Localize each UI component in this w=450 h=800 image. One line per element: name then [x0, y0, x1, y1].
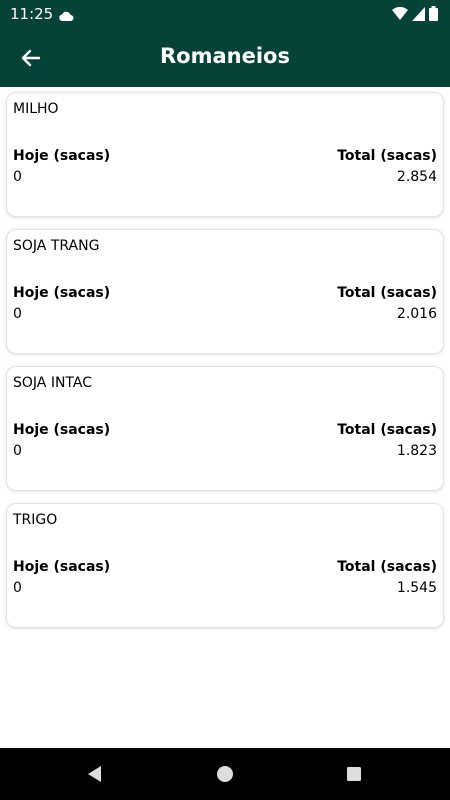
nav-home-button[interactable]: [215, 764, 235, 784]
today-value: 0: [13, 443, 22, 459]
navigation-bar: [0, 748, 450, 800]
total-label: Total (sacas): [337, 285, 437, 301]
total-value: 2.016: [396, 306, 437, 322]
today-value: 0: [13, 580, 22, 596]
list-item[interactable]: SOJA INTAC Hoje (sacas) 0 Total (sacas) …: [6, 366, 444, 491]
today-label: Hoje (sacas): [13, 148, 111, 164]
nav-back-button[interactable]: [85, 764, 105, 784]
back-triangle-icon: [88, 766, 101, 782]
cloud-icon: [58, 7, 74, 26]
status-icons: [392, 6, 438, 25]
today-label: Hoje (sacas): [13, 285, 111, 301]
list-item[interactable]: TRIGO Hoje (sacas) 0 Total (sacas) 1.545: [6, 503, 444, 628]
today-label: Hoje (sacas): [13, 559, 111, 575]
total-label: Total (sacas): [337, 422, 437, 438]
list-item[interactable]: SOJA TRANG Hoje (sacas) 0 Total (sacas) …: [6, 229, 444, 354]
app-bar: Romaneios: [0, 28, 450, 87]
today-value: 0: [13, 169, 22, 185]
home-circle-icon: [217, 766, 233, 782]
list-item[interactable]: MILHO Hoje (sacas) 0 Total (sacas) 2.854: [6, 92, 444, 217]
total-label: Total (sacas): [337, 559, 437, 575]
battery-icon: [429, 6, 438, 25]
total-label: Total (sacas): [337, 148, 437, 164]
recents-square-icon: [347, 767, 361, 781]
total-value: 1.823: [396, 443, 437, 459]
nav-recents-button[interactable]: [344, 764, 364, 784]
page-title: Romaneios: [160, 44, 290, 68]
wifi-icon: [392, 6, 408, 25]
signal-icon: [412, 6, 425, 25]
total-value: 2.854: [396, 169, 437, 185]
total-value: 1.545: [396, 580, 437, 596]
product-name: SOJA TRANG: [13, 238, 100, 254]
product-name: MILHO: [13, 101, 59, 117]
status-time: 11:25: [10, 5, 54, 23]
today-label: Hoje (sacas): [13, 422, 111, 438]
status-bar: 11:25: [0, 0, 450, 28]
product-name: TRIGO: [13, 512, 58, 528]
product-name: SOJA INTAC: [13, 375, 92, 391]
today-value: 0: [13, 306, 22, 322]
romaneios-list: MILHO Hoje (sacas) 0 Total (sacas) 2.854…: [6, 92, 444, 640]
